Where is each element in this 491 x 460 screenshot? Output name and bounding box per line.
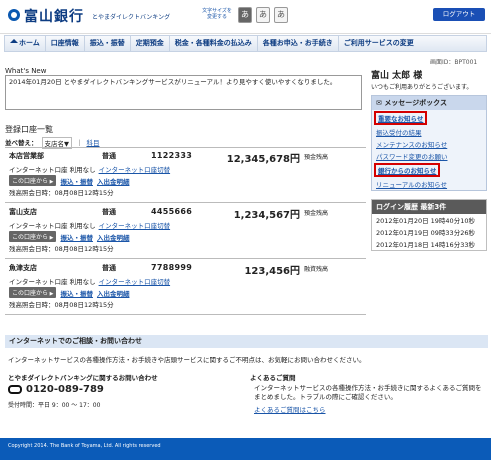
- balance-amount: 123,456円: [244, 266, 300, 277]
- font-size-small-button[interactable]: あ: [238, 7, 252, 23]
- contact-inquiry-title: とやまダイレクトバンキングに関するお問い合わせ: [8, 374, 158, 382]
- login-history-box: ログイン履歴 最新3件 2012年01月20日 19時40分10秒 2012年0…: [371, 199, 487, 251]
- nav-time-deposit[interactable]: 定期預金: [131, 36, 170, 51]
- balance-label: 預金残高: [304, 154, 329, 161]
- message-maintenance-link[interactable]: メンテナンスのお知らせ: [376, 141, 447, 149]
- screen-id: 画面ID：BPT001: [430, 59, 478, 66]
- message-transfer-result-link[interactable]: 振込受付の結果: [376, 129, 422, 137]
- nav-applications[interactable]: 各種お申込・お手続き: [258, 36, 339, 51]
- footer-copyright: Copyright 2014. The Bank of Toyama, Ltd.…: [0, 438, 491, 460]
- transfer-link[interactable]: 振込・振替: [60, 176, 93, 186]
- transaction-history-link[interactable]: 入出金明細: [97, 176, 130, 186]
- whats-new-text: 2014年01月20日 とやまダイレクトバンキングサービスがリニューアル！より見…: [9, 78, 337, 86]
- font-size-large-button[interactable]: あ: [274, 7, 288, 23]
- internet-account-switch-link[interactable]: インターネット口座切替: [99, 220, 171, 230]
- transaction-history-link[interactable]: 入出金明細: [97, 288, 130, 298]
- faq-description: インターネットサービスの各種操作方法・お手続きに関するよくあるご質問をまとめまし…: [254, 384, 482, 401]
- faq-link[interactable]: よくあるご質問はこちら: [254, 404, 326, 414]
- logout-button[interactable]: ログアウト: [433, 8, 485, 21]
- whats-new-title: What's New: [5, 67, 47, 75]
- from-this-account-tag: この口座から: [9, 175, 57, 186]
- contact-description: インターネットサービスの各種操作方法・お手続きや店頭サービスに関するご不明点は、…: [8, 356, 366, 364]
- transfer-link[interactable]: 振込・振替: [60, 288, 93, 298]
- nav-transfer[interactable]: 振込・振替: [85, 36, 131, 51]
- nav-tax-payment[interactable]: 税金・各種料金の払込み: [170, 36, 258, 51]
- login-history-item: 2012年01月18日 14時16分33秒: [376, 241, 475, 249]
- account-number: 7788999: [151, 263, 193, 272]
- font-size-label: 文字サイズを変更する: [202, 8, 232, 20]
- global-nav: ホーム 口座情報 振込・振替 定期預金 税金・各種料金の払込み 各種お申込・お手…: [4, 35, 487, 52]
- branch-name: 本店営業部: [9, 152, 44, 160]
- from-this-account-tag: この口座から: [9, 231, 57, 242]
- transaction-history-link[interactable]: 入出金明細: [97, 232, 130, 242]
- login-history-title: ログイン履歴 最新3件: [372, 200, 486, 214]
- phone-number: 0120-089-789: [8, 384, 104, 395]
- faq-title: よくあるご質問: [250, 374, 296, 382]
- internet-account-status: インターネット口座 利用なし: [9, 222, 96, 230]
- sidebar: 富山 太郎 様 いつもご利用ありがとうございます。 ✉ メッセージボックス 重要…: [371, 68, 487, 251]
- header: 富山銀行 とやまダイレクトバンキング 文字サイズを変更する あ あ あ ログアウ…: [0, 0, 491, 34]
- user-name: 富山 太郎 様: [371, 71, 423, 81]
- nav-account-info[interactable]: 口座情報: [46, 36, 85, 51]
- account-type: 普通: [102, 208, 116, 216]
- message-important-link[interactable]: 重要なお知らせ: [374, 111, 428, 125]
- message-renewal-link[interactable]: リニューアルのお知らせ: [376, 181, 447, 189]
- message-bank-notice-link[interactable]: 銀行からのお知らせ: [374, 163, 441, 177]
- home-icon: [10, 39, 18, 43]
- service-name: とやまダイレクトバンキング: [92, 14, 171, 21]
- account-type: 普通: [102, 152, 116, 160]
- account-row: 本店営業部 普通 1122333 12,345,678円 預金残高 インターネッ…: [5, 148, 366, 203]
- message-box: ✉ メッセージボックス 重要なお知らせ 振込受付の結果 メンテナンスのお知らせ …: [371, 95, 487, 191]
- account-type: 普通: [102, 264, 116, 272]
- balance-amount: 12,345,678円: [226, 154, 300, 165]
- from-this-account-tag: この口座から: [9, 287, 57, 298]
- balance-check-time: 残高照会日時：08月08日12時15分: [9, 301, 114, 309]
- account-number: 1122333: [151, 151, 193, 160]
- branch-name: 富山支店: [9, 208, 37, 216]
- contact-hours: 受付時間：平日 9：00 ～ 17：00: [8, 402, 101, 409]
- nav-service-change[interactable]: ご利用サービスの変更: [339, 36, 419, 51]
- internet-account-switch-link[interactable]: インターネット口座切替: [99, 276, 171, 286]
- bank-logo-icon: [8, 9, 20, 21]
- internet-account-switch-link[interactable]: インターネット口座切替: [99, 164, 171, 174]
- account-number: 4455666: [151, 207, 193, 216]
- nav-home[interactable]: ホーム: [5, 36, 46, 51]
- user-greeting: いつもご利用ありがとうございます。: [371, 84, 473, 91]
- transfer-link[interactable]: 振込・振替: [60, 232, 93, 242]
- freedial-icon: [8, 385, 22, 394]
- whats-new-box: 2014年01月20日 とやまダイレクトバンキングサービスがリニューアル！より見…: [5, 75, 362, 110]
- contact-section-title: インターネットでのご相談・お問い合わせ: [5, 335, 488, 348]
- balance-label: 預金残高: [304, 210, 329, 217]
- login-history-item: 2012年01月19日 09時33分26秒: [376, 229, 475, 237]
- account-row: 富山支店 普通 4455666 1,234,567円 預金残高 インターネット口…: [5, 204, 366, 259]
- balance-check-time: 残高照会日時：08月08日12時15分: [9, 245, 114, 253]
- balance-check-time: 残高照会日時：08月08日12時15分: [9, 189, 114, 197]
- internet-account-status: インターネット口座 利用なし: [9, 166, 96, 174]
- balance-amount: 1,234,567円: [233, 210, 300, 221]
- login-history-item: 2012年01月20日 19時40分10秒: [376, 217, 475, 225]
- account-list-title: 登録口座一覧: [5, 125, 53, 134]
- message-password-link[interactable]: パスワード変更のお願い: [376, 153, 448, 161]
- bank-name: 富山銀行: [24, 9, 84, 25]
- message-box-title: ✉ メッセージボックス: [372, 96, 486, 110]
- internet-account-status: インターネット口座 利用なし: [9, 278, 96, 286]
- font-size-medium-button[interactable]: あ: [256, 7, 270, 23]
- account-row: 魚津支店 普通 7788999 123,456円 融資残高 インターネット口座 …: [5, 260, 366, 315]
- balance-label: 融資残高: [304, 266, 329, 273]
- branch-name: 魚津支店: [9, 264, 37, 272]
